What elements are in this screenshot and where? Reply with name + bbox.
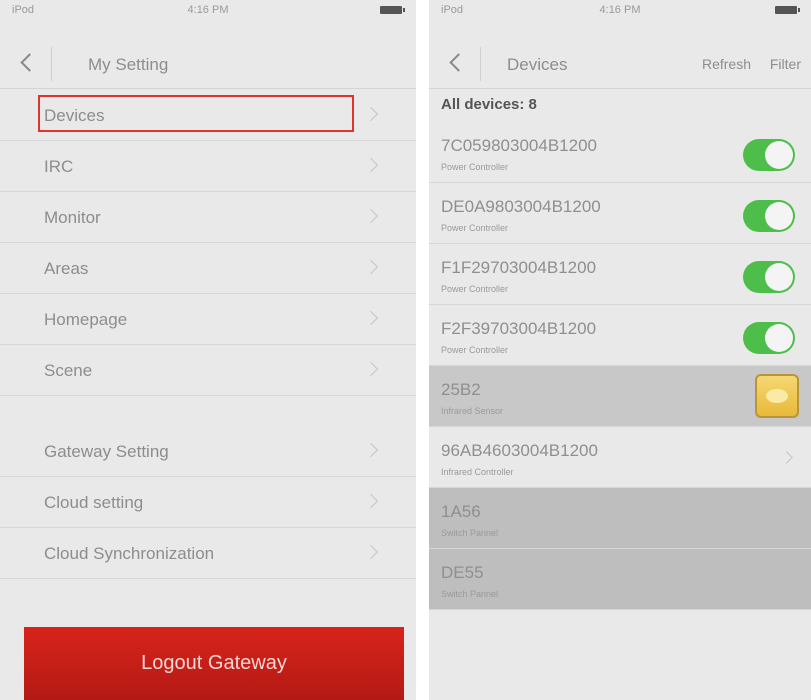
menu-item-cloud-setting[interactable]: Cloud setting: [0, 477, 416, 528]
device-id: F2F39703004B1200: [441, 319, 597, 338]
menu-item-label: Homepage: [44, 310, 128, 329]
battery-icon: [380, 6, 405, 14]
nav-divider: [480, 47, 481, 81]
menu-item-monitor[interactable]: Monitor: [0, 192, 416, 243]
nav-divider: [51, 47, 52, 81]
menu-item-label: Areas: [44, 259, 89, 278]
menu-item-devices[interactable]: Devices: [0, 90, 416, 141]
chevron-right-icon: [363, 361, 379, 377]
status-bar: iPod 4:16 PM: [0, 0, 416, 18]
menu-item-cloud-synchronization[interactable]: Cloud Synchronization: [0, 528, 416, 579]
menu-item-scene[interactable]: Scene: [0, 345, 416, 396]
device-type: Switch Pannel: [441, 589, 499, 599]
devices-screen: iPod 4:16 PM Devices Refresh Filter All …: [429, 0, 811, 700]
power-toggle[interactable]: [743, 322, 795, 354]
device-row[interactable]: DE0A9803004B1200 Power Controller: [429, 183, 811, 244]
menu-item-label: Scene: [44, 361, 93, 380]
infrared-sensor-icon[interactable]: [755, 374, 799, 418]
filter-button[interactable]: Filter: [770, 56, 801, 72]
back-chevron-icon[interactable]: [20, 53, 36, 73]
device-type: Power Controller: [441, 345, 509, 355]
logout-gateway-button[interactable]: Logout Gateway: [24, 627, 404, 700]
power-toggle[interactable]: [743, 261, 795, 293]
device-row[interactable]: F1F29703004B1200 Power Controller: [429, 244, 811, 305]
power-toggle[interactable]: [743, 139, 795, 171]
battery-icon: [775, 6, 800, 14]
toggle-knob: [765, 202, 793, 230]
chevron-right-icon: [363, 208, 379, 224]
menu-group-gap: [0, 396, 416, 426]
device-id: DE0A9803004B1200: [441, 197, 601, 216]
nav-bar: My Setting: [0, 38, 416, 89]
my-setting-screen: iPod 4:16 PM My Setting Devices IRC Moni…: [0, 0, 416, 700]
status-bar: iPod 4:16 PM: [429, 0, 811, 18]
device-id: DE55: [441, 563, 484, 582]
device-row[interactable]: DE55 Switch Pannel: [429, 549, 811, 610]
menu-item-label: Cloud setting: [44, 493, 144, 512]
device-row[interactable]: 25B2 Infrared Sensor: [429, 366, 811, 427]
refresh-button[interactable]: Refresh: [702, 56, 751, 72]
device-count-label: All devices: 8: [441, 96, 537, 113]
chevron-right-icon: [363, 106, 379, 122]
device-id: F1F29703004B1200: [441, 258, 597, 277]
device-id: 25B2: [441, 380, 481, 399]
clock: 4:16 PM: [599, 4, 641, 16]
device-type: Switch Pannel: [441, 528, 499, 538]
chevron-right-icon: [363, 310, 379, 326]
menu-item-label: IRC: [44, 157, 74, 176]
settings-menu: Devices IRC Monitor Areas Homepage Scene…: [0, 90, 416, 579]
device-row[interactable]: 96AB4603004B1200 Infrared Controller: [429, 427, 811, 488]
device-id: 96AB4603004B1200: [441, 441, 598, 460]
power-toggle[interactable]: [743, 200, 795, 232]
menu-item-areas[interactable]: Areas: [0, 243, 416, 294]
menu-item-gateway-setting[interactable]: Gateway Setting: [0, 426, 416, 477]
device-type: Infrared Sensor: [441, 406, 504, 416]
menu-item-label: Gateway Setting: [44, 442, 169, 461]
device-id: 1A56: [441, 502, 481, 521]
device-row[interactable]: F2F39703004B1200 Power Controller: [429, 305, 811, 366]
nav-bar: Devices Refresh Filter: [429, 38, 811, 89]
chevron-right-icon: [363, 157, 379, 173]
page-title: My Setting: [88, 55, 169, 74]
device-list: 7C059803004B1200 Power Controller DE0A98…: [429, 122, 811, 610]
device-type: Power Controller: [441, 162, 509, 172]
highlight-annotation-box: [38, 95, 354, 132]
menu-item-label: Cloud Synchronization: [44, 544, 215, 563]
back-chevron-icon[interactable]: [449, 53, 465, 73]
chevron-right-icon: [363, 493, 379, 509]
clock: 4:16 PM: [187, 4, 229, 16]
menu-item-irc[interactable]: IRC: [0, 141, 416, 192]
device-id: 7C059803004B1200: [441, 136, 597, 155]
device-row[interactable]: 7C059803004B1200 Power Controller: [429, 122, 811, 183]
toggle-knob: [765, 324, 793, 352]
device-row[interactable]: 1A56 Switch Pannel: [429, 488, 811, 549]
device-type: Power Controller: [441, 284, 509, 294]
page-title: Devices: [507, 55, 568, 74]
device-type: Power Controller: [441, 223, 509, 233]
toggle-knob: [765, 141, 793, 169]
menu-item-label: Monitor: [44, 208, 101, 227]
chevron-right-icon: [363, 259, 379, 275]
chevron-right-icon: [780, 451, 793, 464]
chevron-right-icon: [363, 544, 379, 560]
toggle-knob: [765, 263, 793, 291]
menu-item-homepage[interactable]: Homepage: [0, 294, 416, 345]
device-type: Infrared Controller: [441, 467, 514, 477]
chevron-right-icon: [363, 442, 379, 458]
